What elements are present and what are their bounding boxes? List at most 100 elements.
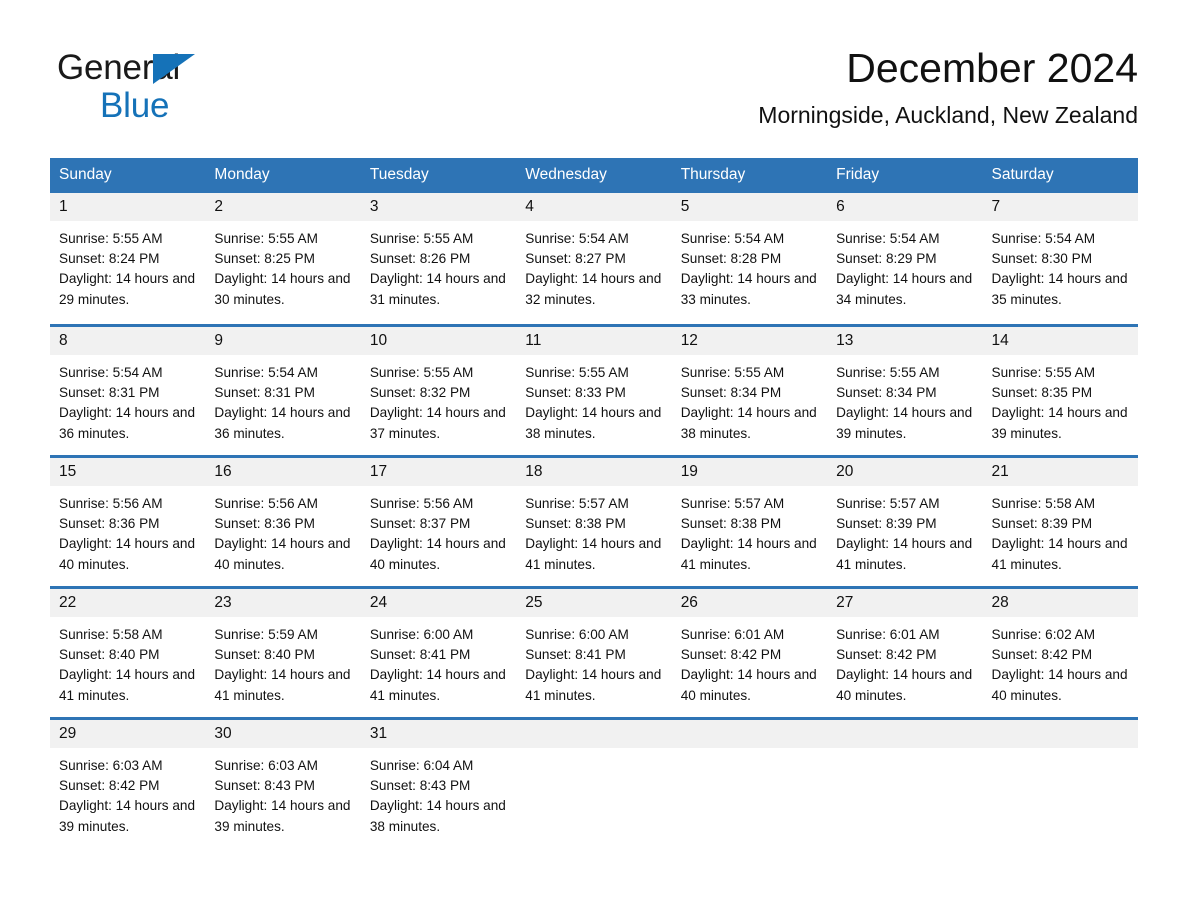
sunset-text: Sunset: 8:41 PM [525, 647, 626, 663]
calendar-day-cell[interactable]: 23 Sunrise: 5:59 AM Sunset: 8:40 PM Dayligh… [205, 586, 361, 717]
day-cell-inner: 22 Sunrise: 5:58 AM Sunset: 8:40 PM Dayligh… [50, 586, 206, 717]
sunrise-text: Sunrise: 6:00 AM [525, 627, 629, 642]
calendar-day-cell[interactable]: 21 Sunrise: 5:58 AM Sunset: 8:39 PM Dayligh… [982, 455, 1138, 586]
logo-text-blue: Blue [100, 86, 170, 125]
calendar-day-cell[interactable]: 8 Sunrise: 5:54 AM Sunset: 8:31 PM Daylight… [50, 324, 206, 455]
day-cell-inner: 2 Sunrise: 5:55 AM Sunset: 8:25 PM Daylight… [205, 193, 361, 324]
sunrise-text: Sunrise: 5:54 AM [214, 365, 318, 380]
daylight-text: Daylight: 14 hours and 31 minutes. [369, 271, 506, 307]
sunrise-text: Sunrise: 5:55 AM [836, 365, 940, 380]
calendar-day-cell[interactable]: 28 Sunrise: 6:02 AM Sunset: 8:42 PM Dayligh… [982, 586, 1138, 717]
daylight-text: Daylight: 14 hours and 40 minutes. [680, 667, 817, 703]
sunset-text: Sunset: 8:42 PM [680, 647, 782, 663]
calendar-day-cell[interactable]: 13 Sunrise: 5:55 AM Sunset: 8:34 PM Dayligh… [827, 324, 983, 455]
calendar-day-cell-empty [827, 717, 983, 848]
calendar-day-cell[interactable]: 16 Sunrise: 5:56 AM Sunset: 8:36 PM Dayligh… [205, 455, 361, 586]
sunrise-text: Sunrise: 5:55 AM [59, 231, 163, 246]
day-number: 23 [205, 589, 361, 617]
daylight-text: Daylight: 14 hours and 35 minutes. [991, 271, 1128, 307]
sunrise-text: Sunrise: 5:54 AM [525, 231, 629, 246]
daylight-text: Daylight: 14 hours and 30 minutes. [214, 271, 351, 307]
page-subtitle: Morningside, Auckland, New Zealand [758, 102, 1138, 129]
daylight-text: Daylight: 14 hours and 40 minutes. [214, 536, 351, 572]
day-info: Sunrise: 5:55 AM Sunset: 8:24 PM Daylight:… [50, 221, 205, 310]
day-number: 8 [50, 327, 206, 355]
day-number: 4 [516, 193, 672, 221]
sunrise-text: Sunrise: 6:04 AM [369, 758, 474, 773]
calendar-day-cell[interactable]: 29 Sunrise: 6:03 AM Sunset: 8:42 PM Dayligh… [50, 717, 206, 848]
triangle-logo-icon [153, 54, 195, 84]
sunrise-text: Sunrise: 5:56 AM [59, 496, 163, 511]
day-number: 16 [205, 458, 361, 486]
daylight-text: Daylight: 14 hours and 39 minutes. [59, 798, 196, 834]
day-info: Sunrise: 6:01 AM Sunset: 8:42 PM Daylight:… [827, 617, 982, 706]
day-info: Sunrise: 5:56 AM Sunset: 8:36 PM Daylight:… [50, 486, 205, 575]
sunrise-text: Sunrise: 5:56 AM [369, 496, 474, 511]
day-cell-inner: 15 Sunrise: 5:56 AM Sunset: 8:36 PM Dayligh… [50, 455, 206, 586]
day-number: 20 [827, 458, 983, 486]
daylight-text: Daylight: 14 hours and 41 minutes. [525, 536, 662, 572]
calendar-day-cell[interactable]: 20 Sunrise: 5:57 AM Sunset: 8:39 PM Dayligh… [827, 455, 983, 586]
sunrise-text: Sunrise: 5:58 AM [991, 496, 1096, 511]
calendar-week-row: 22 Sunrise: 5:58 AM Sunset: 8:40 PM Dayligh… [50, 586, 1138, 717]
daylight-text: Daylight: 14 hours and 38 minutes. [369, 798, 506, 834]
page-title: December 2024 [846, 45, 1138, 91]
generalblue-logo[interactable]: General Blue [57, 50, 195, 125]
calendar-day-cell[interactable]: 26 Sunrise: 6:01 AM Sunset: 8:42 PM Dayligh… [671, 586, 828, 717]
calendar-day-cell[interactable]: 31 Sunrise: 6:04 AM Sunset: 8:43 PM Dayligh… [360, 717, 517, 848]
sunset-text: Sunset: 8:30 PM [991, 251, 1093, 267]
day-number: 26 [671, 589, 828, 617]
day-info: Sunrise: 5:57 AM Sunset: 8:38 PM Daylight:… [672, 486, 827, 575]
calendar-day-cell[interactable]: 7 Sunrise: 5:54 AM Sunset: 8:30 PM Daylight… [982, 193, 1138, 324]
sunset-text: Sunset: 8:25 PM [214, 251, 315, 267]
sunrise-text: Sunrise: 5:58 AM [59, 627, 163, 642]
daylight-text: Daylight: 14 hours and 41 minutes. [369, 667, 506, 703]
day-cell-inner: 14 Sunrise: 5:55 AM Sunset: 8:35 PM Dayligh… [982, 324, 1138, 455]
calendar-day-cell[interactable]: 18 Sunrise: 5:57 AM Sunset: 8:38 PM Dayligh… [516, 455, 672, 586]
day-info: Sunrise: 5:57 AM Sunset: 8:38 PM Daylight:… [516, 486, 671, 575]
calendar-day-cell[interactable]: 1 Sunrise: 5:55 AM Sunset: 8:24 PM Daylight… [50, 193, 206, 324]
sunset-text: Sunset: 8:38 PM [680, 516, 782, 532]
weekday-header-wednesday: Wednesday [516, 158, 672, 193]
daylight-text: Daylight: 14 hours and 41 minutes. [680, 536, 817, 572]
calendar-day-cell[interactable]: 5 Sunrise: 5:54 AM Sunset: 8:28 PM Daylight… [671, 193, 828, 324]
day-cell-inner: 27 Sunrise: 6:01 AM Sunset: 8:42 PM Dayligh… [827, 586, 983, 717]
calendar-day-cell[interactable]: 3 Sunrise: 5:55 AM Sunset: 8:26 PM Daylight… [360, 193, 517, 324]
day-info: Sunrise: 5:56 AM Sunset: 8:36 PM Daylight:… [205, 486, 360, 575]
calendar-day-cell[interactable]: 24 Sunrise: 6:00 AM Sunset: 8:41 PM Dayligh… [360, 586, 517, 717]
day-number: 13 [827, 327, 983, 355]
calendar-day-cell[interactable]: 30 Sunrise: 6:03 AM Sunset: 8:43 PM Dayligh… [205, 717, 361, 848]
calendar-day-cell[interactable]: 11 Sunrise: 5:55 AM Sunset: 8:33 PM Dayligh… [516, 324, 672, 455]
day-info: Sunrise: 5:55 AM Sunset: 8:33 PM Daylight:… [516, 355, 671, 444]
daylight-text: Daylight: 14 hours and 40 minutes. [59, 536, 196, 572]
day-number: 25 [516, 589, 672, 617]
calendar-day-cell[interactable]: 27 Sunrise: 6:01 AM Sunset: 8:42 PM Dayligh… [827, 586, 983, 717]
sunset-text: Sunset: 8:41 PM [369, 647, 471, 663]
day-cell-inner: 21 Sunrise: 5:58 AM Sunset: 8:39 PM Dayligh… [982, 455, 1138, 586]
sunset-text: Sunset: 8:26 PM [369, 251, 471, 267]
calendar-day-cell[interactable]: 22 Sunrise: 5:58 AM Sunset: 8:40 PM Dayligh… [50, 586, 206, 717]
calendar-day-cell[interactable]: 12 Sunrise: 5:55 AM Sunset: 8:34 PM Dayligh… [671, 324, 828, 455]
sunrise-text: Sunrise: 6:03 AM [59, 758, 163, 773]
calendar-day-cell[interactable]: 19 Sunrise: 5:57 AM Sunset: 8:38 PM Dayligh… [671, 455, 828, 586]
sunset-text: Sunset: 8:37 PM [369, 516, 471, 532]
day-info: Sunrise: 5:56 AM Sunset: 8:37 PM Daylight:… [361, 486, 516, 575]
calendar-day-cell[interactable]: 25 Sunrise: 6:00 AM Sunset: 8:41 PM Dayligh… [516, 586, 672, 717]
day-number: 21 [982, 458, 1138, 486]
calendar-day-cell[interactable]: 9 Sunrise: 5:54 AM Sunset: 8:31 PM Daylight… [205, 324, 361, 455]
calendar-day-cell[interactable]: 15 Sunrise: 5:56 AM Sunset: 8:36 PM Dayligh… [50, 455, 206, 586]
day-cell-inner: 9 Sunrise: 5:54 AM Sunset: 8:31 PM Daylight… [205, 324, 361, 455]
day-number: 6 [827, 193, 983, 221]
calendar-day-cell[interactable]: 2 Sunrise: 5:55 AM Sunset: 8:25 PM Daylight… [205, 193, 361, 324]
calendar-day-cell[interactable]: 4 Sunrise: 5:54 AM Sunset: 8:27 PM Daylight… [516, 193, 672, 324]
sunset-text: Sunset: 8:42 PM [991, 647, 1093, 663]
day-cell-inner: 3 Sunrise: 5:55 AM Sunset: 8:26 PM Daylight… [360, 193, 517, 324]
logo-top-line: General [57, 50, 195, 86]
calendar-week-row: 1 Sunrise: 5:55 AM Sunset: 8:24 PM Daylight… [50, 193, 1138, 324]
calendar-day-cell[interactable]: 17 Sunrise: 5:56 AM Sunset: 8:37 PM Dayligh… [360, 455, 517, 586]
calendar-day-cell[interactable]: 6 Sunrise: 5:54 AM Sunset: 8:29 PM Daylight… [827, 193, 983, 324]
sunrise-text: Sunrise: 5:55 AM [525, 365, 629, 380]
sunrise-text: Sunrise: 5:56 AM [214, 496, 318, 511]
calendar-day-cell[interactable]: 10 Sunrise: 5:55 AM Sunset: 8:32 PM Dayligh… [360, 324, 517, 455]
calendar-day-cell[interactable]: 14 Sunrise: 5:55 AM Sunset: 8:35 PM Dayligh… [982, 324, 1138, 455]
